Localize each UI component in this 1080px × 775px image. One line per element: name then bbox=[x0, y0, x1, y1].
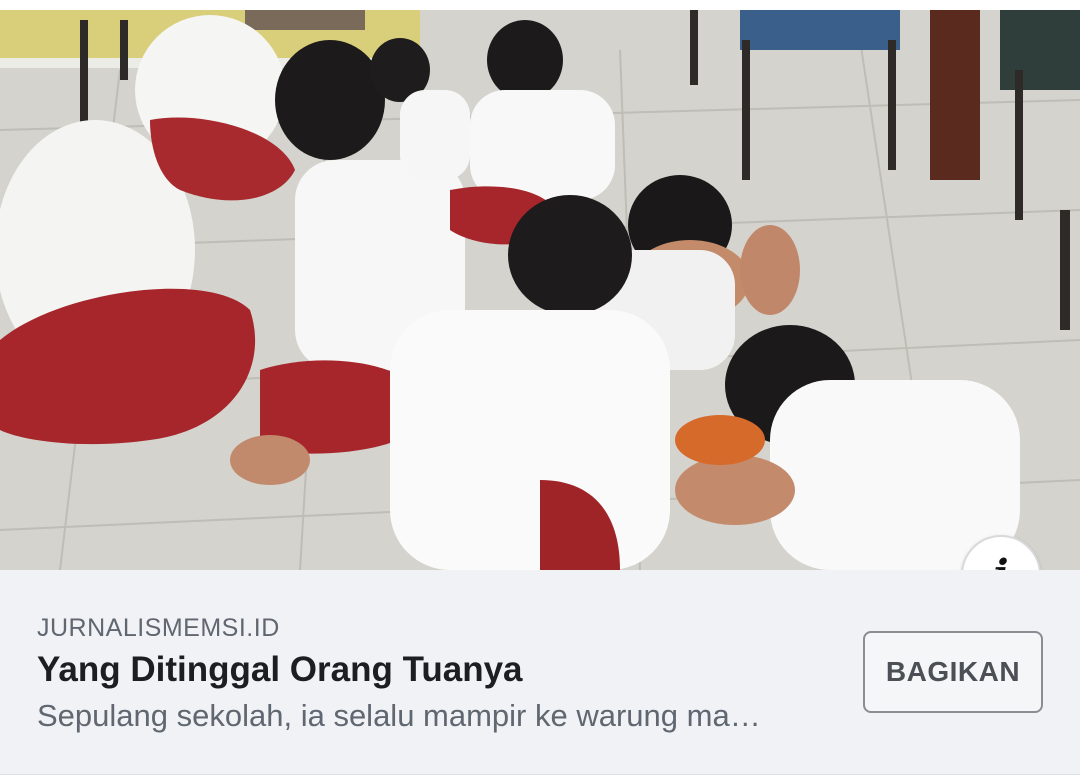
link-preview-card[interactable]: i JURNALISMEMSI.ID Yang Ditinggal Orang … bbox=[0, 0, 1080, 775]
article-image[interactable] bbox=[0, 10, 1080, 570]
share-button[interactable]: BAGIKAN bbox=[863, 631, 1043, 713]
article-title[interactable]: Yang Ditinggal Orang Tuanya bbox=[37, 650, 523, 690]
link-preview-footer[interactable]: JURNALISMEMSI.ID Yang Ditinggal Orang Tu… bbox=[0, 570, 1080, 775]
article-description: Sepulang sekolah, ia selalu mampir ke wa… bbox=[37, 698, 761, 733]
source-domain: JURNALISMEMSI.ID bbox=[37, 614, 280, 642]
